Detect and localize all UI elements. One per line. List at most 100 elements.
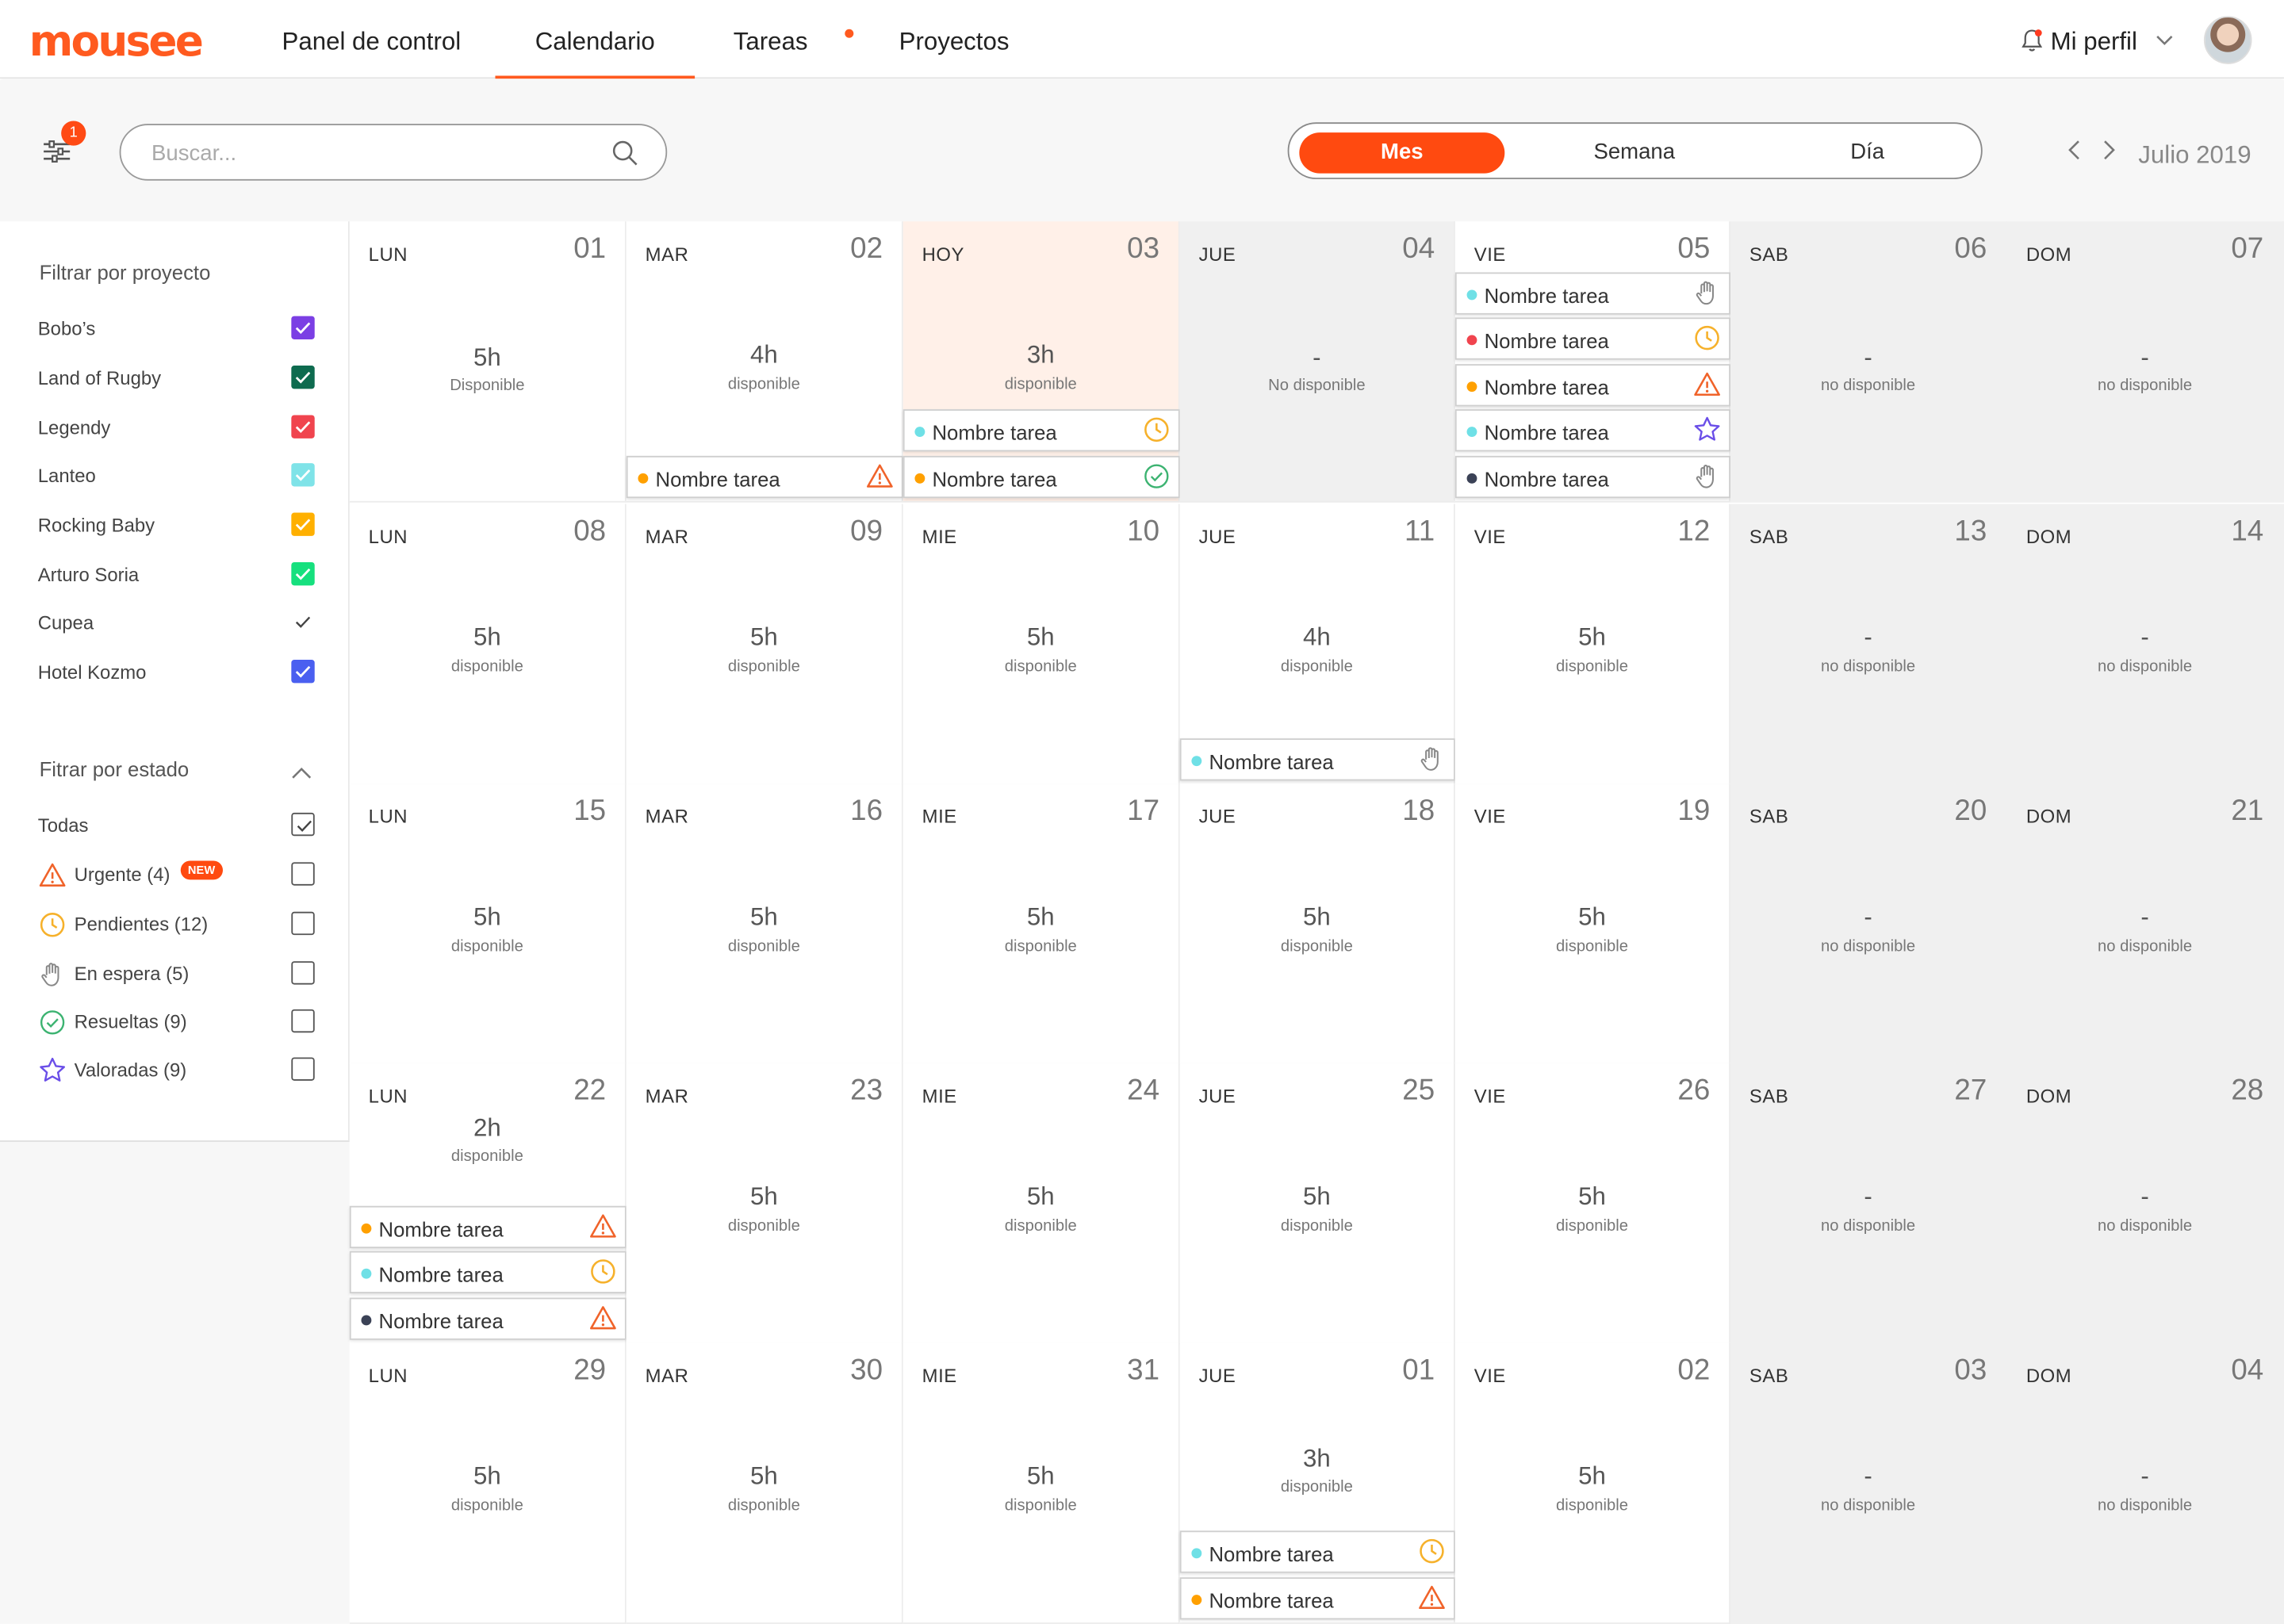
mousee-logo[interactable]: mousee [29,19,204,63]
view-dia-button[interactable]: Día [1764,132,1971,173]
project-row-land-of-rugby[interactable]: Land of Rugby [38,364,315,393]
status-checkbox[interactable] [291,862,315,886]
day-cell[interactable]: MIE 10 5h disponible [902,504,1180,785]
day-cell[interactable]: DOM 28 - no disponible [2006,1063,2284,1345]
status-checkbox[interactable] [291,961,315,985]
day-cell[interactable]: DOM 14 - no disponible [2006,504,2284,785]
warning-icon[interactable] [865,461,895,490]
task-chip[interactable]: Nombre tarea [349,1205,627,1248]
project-checkbox[interactable] [291,660,315,684]
project-row-rocking-baby[interactable]: Rocking Baby [38,511,315,541]
status-checkbox[interactable] [291,1009,315,1033]
hand-icon[interactable] [1417,744,1447,773]
search-icon[interactable] [611,138,640,167]
day-cell[interactable]: VIE 12 5h disponible [1454,504,1730,785]
task-chip[interactable]: Nombre tarea [1179,1530,1455,1573]
project-checkbox[interactable] [291,316,315,339]
day-cell[interactable]: LUN 08 5h disponible [349,504,627,785]
day-cell[interactable]: MIE 31 5h disponible [902,1342,1180,1624]
clock-icon[interactable] [1142,415,1171,444]
day-cell[interactable]: JUE 01 3h disponible Nombre tarea Nombre tare… [1179,1342,1455,1624]
bell-icon[interactable] [2019,28,2045,54]
next-month-icon[interactable] [2101,138,2118,161]
status-row-star[interactable]: Valoradas (9) [38,1056,315,1086]
day-cell[interactable]: MAR 16 5h disponible [626,783,903,1065]
day-cell[interactable]: MAR 02 4h disponible Nombre tarea [626,221,903,503]
day-cell[interactable]: LUN 29 5h disponible [349,1342,627,1624]
day-cell[interactable]: LUN 22 2h disponible Nombre tarea Nombre tare… [349,1063,627,1345]
warning-icon[interactable] [588,1303,618,1332]
status-row-check-circle[interactable]: Resueltas (9) [38,1008,315,1037]
warning-icon[interactable] [1692,370,1722,399]
status-row-hand[interactable]: En espera (5) [38,959,315,989]
day-cell[interactable]: HOY 03 3h disponible Nombre tarea Nombre tare… [902,221,1180,503]
status-row-warning[interactable]: Urgente (4) NEW [38,860,315,890]
task-chip[interactable]: Nombre tarea [349,1251,627,1293]
day-cell[interactable]: VIE 26 5h disponible [1454,1063,1730,1345]
day-cell[interactable]: SAB 06 - no disponible [1730,221,2007,503]
star-icon[interactable] [1692,415,1722,444]
day-cell[interactable]: VIE 05 Nombre tarea Nombre tarea Nombre tare… [1454,221,1730,503]
clock-icon[interactable] [1692,324,1722,353]
task-chip[interactable]: Nombre tarea [626,454,903,498]
project-checkbox[interactable] [291,610,315,634]
hand-icon[interactable] [1692,278,1722,307]
day-cell[interactable]: DOM 07 - no disponible [2006,221,2284,503]
day-cell[interactable]: MAR 09 5h disponible [626,504,903,785]
day-cell[interactable]: SAB 13 - no disponible [1730,504,2007,785]
project-row-hotel-kozmo[interactable]: Hotel Kozmo [38,658,315,688]
status-checkbox[interactable] [291,1057,315,1081]
day-cell[interactable]: SAB 03 - no disponible [1730,1342,2007,1624]
task-chip[interactable]: Nombre tarea [1179,737,1455,780]
status-checkbox[interactable] [291,911,315,936]
day-cell[interactable]: MIE 17 5h disponible [902,783,1180,1065]
view-semana-button[interactable]: Semana [1531,132,1738,173]
hand-icon[interactable] [1692,461,1722,490]
project-row-arturo-soria[interactable]: Arturo Soria [38,561,315,590]
day-cell[interactable]: DOM 21 - no disponible [2006,783,2284,1065]
warning-icon[interactable] [588,1211,618,1240]
task-chip[interactable]: Nombre tarea [1454,409,1730,452]
task-chip[interactable]: Nombre tarea [1179,1576,1455,1619]
task-chip[interactable]: Nombre tarea [902,454,1180,498]
warning-icon[interactable] [1417,1583,1447,1612]
view-mes-button[interactable]: Mes [1299,132,1505,174]
project-row-legendy[interactable]: Legendy [38,414,315,443]
day-cell[interactable]: LUN 15 5h disponible [349,783,627,1065]
project-checkbox[interactable] [291,512,315,536]
search-input[interactable] [151,136,589,170]
nav-tareas[interactable]: Tareas [718,0,822,79]
checkbox-todas[interactable] [291,812,315,837]
task-chip[interactable]: Nombre tarea [1454,317,1730,360]
day-cell[interactable]: MAR 23 5h disponible [626,1063,903,1345]
check-circle-icon[interactable] [1142,461,1171,490]
project-checkbox[interactable] [291,366,315,389]
day-cell[interactable]: JUE 04 - No disponible [1179,221,1455,503]
avatar[interactable] [2203,16,2252,64]
day-cell[interactable]: JUE 25 5h disponible [1179,1063,1455,1345]
chevron-up-icon[interactable] [291,762,312,779]
day-cell[interactable]: JUE 11 4h disponible Nombre tarea [1179,504,1455,785]
profile-menu[interactable]: Mi perfil [2051,25,2174,56]
task-chip[interactable]: Nombre tarea [1454,271,1730,314]
project-checkbox[interactable] [291,463,315,487]
project-row-cupea[interactable]: Cupea [38,609,315,638]
day-cell[interactable]: JUE 18 5h disponible [1179,783,1455,1065]
status-row-clock[interactable]: Pendientes (12) [38,910,315,940]
status-row-todas[interactable]: Todas [38,811,315,841]
task-chip[interactable]: Nombre tarea [1454,363,1730,406]
day-cell[interactable]: LUN 01 5h Disponible [349,221,627,503]
task-chip[interactable]: Nombre tarea [902,409,1180,452]
prev-month-icon[interactable] [2065,138,2083,161]
project-row-lanteo[interactable]: Lanteo [38,462,315,491]
day-cell[interactable]: VIE 19 5h disponible [1454,783,1730,1065]
clock-icon[interactable] [588,1257,618,1286]
task-chip[interactable]: Nombre tarea [349,1297,627,1339]
project-checkbox[interactable] [291,415,315,439]
nav-panel-de-control[interactable]: Panel de control [265,0,477,79]
task-chip[interactable]: Nombre tarea [1454,454,1730,498]
day-cell[interactable]: VIE 02 5h disponible [1454,1342,1730,1624]
project-row-bobo-s[interactable]: Bobo’s [38,315,315,344]
day-cell[interactable]: SAB 20 - no disponible [1730,783,2007,1065]
day-cell[interactable]: DOM 04 - no disponible [2006,1342,2284,1624]
